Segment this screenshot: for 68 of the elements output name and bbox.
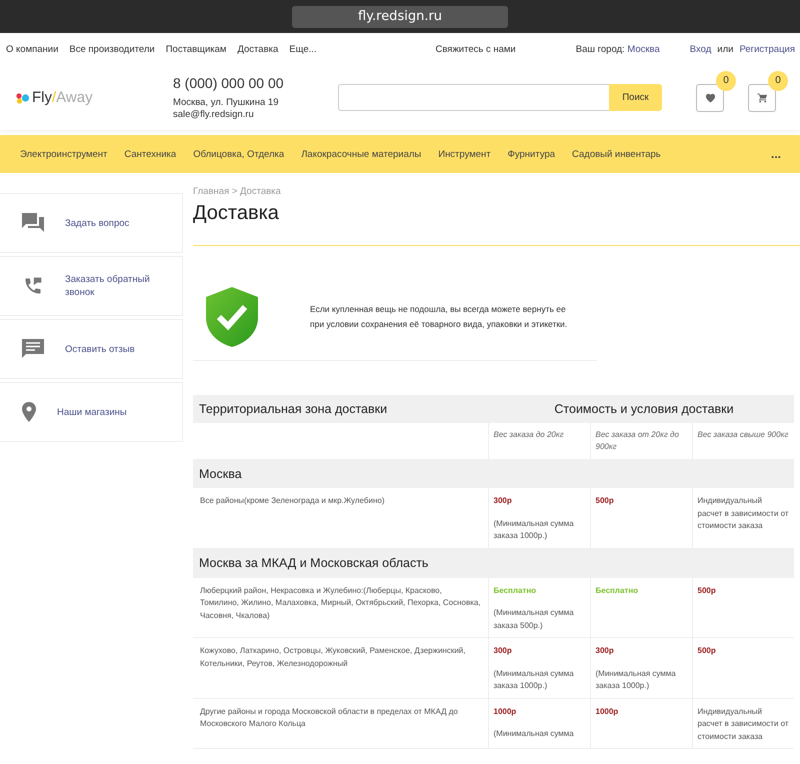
top-nav-link[interactable]: Еще... bbox=[289, 44, 317, 54]
catalog-menu-item[interactable]: Лакокрасочные материалы bbox=[301, 148, 422, 160]
column-header: Стоимость и условия доставки bbox=[488, 395, 794, 423]
zone-cell: Кожухово, Латкарино, Островцы, Жуковский, Раменское, Дзержинский, Котельники, Реутов, Железнодорожный bbox=[193, 638, 488, 698]
search-field[interactable] bbox=[338, 84, 609, 111]
breadcrumb-separator: > bbox=[232, 186, 238, 197]
price-text: 300р bbox=[596, 645, 615, 657]
price-text: 1000р bbox=[494, 706, 518, 718]
shield-check-icon bbox=[206, 287, 258, 347]
price-text: Бесплатно bbox=[494, 584, 538, 596]
page-title: Доставка bbox=[193, 202, 280, 225]
count-badge: 0 bbox=[716, 70, 736, 90]
condition-note: (Минимальная сумма заказа 1000р.) bbox=[494, 518, 575, 542]
catalog-menu-item[interactable]: Инструмент bbox=[438, 148, 491, 160]
price-text: 500р bbox=[698, 584, 717, 597]
count-badge: 0 bbox=[768, 70, 788, 90]
condition-note: (Минимальная сумма заказа 500р.) bbox=[494, 607, 575, 632]
phone-number: 8 (000) 000 00 00 bbox=[173, 74, 285, 90]
condition-note: Индивидуальный расчет в зависимости от стоимости заказа bbox=[698, 706, 789, 742]
top-nav-link[interactable]: Все производители bbox=[69, 44, 155, 54]
top-nav-link[interactable]: Поставщикам bbox=[166, 44, 226, 54]
price-text: Бесплатно bbox=[596, 584, 640, 596]
register-link[interactable]: Регистрация bbox=[739, 44, 795, 54]
city-label: Ваш город: bbox=[576, 44, 625, 54]
price-text: 1000р bbox=[596, 706, 620, 718]
login-link[interactable]: Вход bbox=[690, 44, 712, 54]
sidebar-item[interactable]: Заказать обратный звонок bbox=[0, 256, 183, 316]
catalog-menu-item[interactable]: Сантехника bbox=[124, 148, 176, 160]
condition-note: Индивидуальный расчет в зависимости от стоимости заказа bbox=[698, 495, 789, 532]
catalog-menu-item[interactable]: Электроинструмент bbox=[20, 148, 108, 160]
address-bar[interactable]: fly.redsign.ru bbox=[292, 6, 508, 28]
catalog-menu-item[interactable]: Облицовка, Отделка bbox=[193, 148, 284, 160]
search-button[interactable]: Поиск bbox=[609, 84, 662, 111]
contact-link[interactable]: Свяжитесь с нами bbox=[436, 44, 516, 54]
price-text: 500р bbox=[596, 495, 615, 507]
catalog-menu-item[interactable]: Фурнитура bbox=[508, 148, 556, 160]
section-heading: Москва bbox=[193, 459, 794, 488]
condition-note: (Минимальная сумма заказа 1000р.) bbox=[494, 668, 575, 692]
or-text: или bbox=[717, 44, 734, 54]
cart-icon bbox=[756, 92, 768, 102]
section-heading: Москва за МКАД и Московская область bbox=[193, 548, 794, 578]
top-nav-link[interactable]: О компании bbox=[6, 44, 58, 54]
price-text: 500р bbox=[698, 645, 717, 657]
email-text: sale@fly.redsign.ru bbox=[173, 108, 255, 120]
top-nav-link[interactable]: Доставка bbox=[237, 44, 278, 54]
map-pin-icon bbox=[22, 402, 36, 422]
more-menu-button[interactable]: ... bbox=[770, 147, 781, 161]
sidebar-item[interactable]: Задать вопрос bbox=[0, 193, 183, 253]
condition-note: (Минимальная сумма bbox=[494, 728, 575, 740]
city-link[interactable]: Москва bbox=[627, 44, 660, 54]
comment-icon bbox=[22, 339, 44, 359]
column-header: Территориальная зона доставки bbox=[193, 395, 488, 423]
logo-dots-icon bbox=[16, 92, 30, 104]
address-text: Москва, ул. Пушкина 19 bbox=[173, 96, 280, 108]
zone-cell: Все районы(кроме Зеленограда и мкр.Жулебино) bbox=[193, 488, 488, 548]
sidebar-item[interactable]: Оставить отзыв bbox=[0, 319, 183, 379]
zone-cell: Другие районы и города Московской области в пределах от МКАД до Московского Малого Кольца bbox=[193, 698, 488, 748]
breadcrumb-current: Доставка bbox=[240, 186, 281, 197]
sidebar-item[interactable]: Наши магазины bbox=[0, 382, 183, 442]
condition-note: (Минимальная сумма заказа 1000р.) bbox=[596, 668, 677, 692]
price-text: 300р bbox=[494, 495, 513, 507]
guarantee-text: Если купленная вещь не подошла, вы всегда можете вернуть ее при условии сохранения её товарного вида, упаковки и этикетки. bbox=[310, 303, 568, 331]
price-text: 300р bbox=[494, 645, 513, 657]
heart-icon bbox=[704, 92, 716, 102]
chat-icon bbox=[22, 213, 44, 233]
logo-text[interactable]: Fly/Away bbox=[32, 89, 93, 106]
catalog-menu-item[interactable]: Садовый инвентарь bbox=[572, 148, 661, 160]
zone-cell: Люберцкий район, Некрасовка и Жулебино:(Люберцы, Красково, Томилино, Жилино, Малаховка, Мирный, Октябрьский, Пехорка, Сосновка, Часовня, Чкалова) bbox=[193, 578, 488, 638]
